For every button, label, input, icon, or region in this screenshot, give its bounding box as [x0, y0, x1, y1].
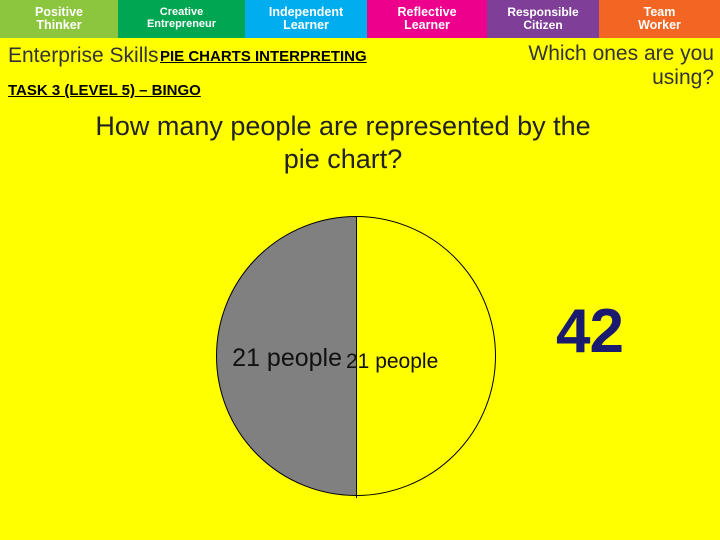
which-ones-line2: using?: [652, 65, 714, 89]
skill-label-line2: Learner: [404, 18, 450, 32]
skill-label-line2: Citizen: [523, 18, 563, 32]
skill-label-line2: Entrepreneur: [146, 18, 217, 30]
skill-independent-learner[interactable]: Independent Learner: [245, 0, 367, 38]
skill-team-worker[interactable]: Team Worker: [599, 0, 720, 38]
question-line2: pie chart?: [283, 143, 403, 174]
skill-creative-entrepreneur[interactable]: Creative Entrepreneur: [118, 0, 245, 38]
question-text: How many people are represented by the p…: [38, 110, 648, 176]
which-ones-prompt: Which ones are you using?: [468, 42, 714, 89]
skill-label-line2: Worker: [638, 18, 681, 32]
answer-value: 42: [556, 297, 624, 366]
skill-responsible-citizen[interactable]: Responsible Citizen: [487, 0, 599, 38]
skill-reflective-learner[interactable]: Reflective Learner: [367, 0, 487, 38]
pie-slice-label-left: 21 people: [232, 344, 342, 372]
which-ones-line1: Which ones are you: [528, 42, 714, 65]
enterprise-skills-label: Enterprise Skills: [8, 44, 159, 67]
task-heading: TASK 3 (LEVEL 5) – BINGO: [8, 82, 201, 99]
skill-label-line2: Learner: [283, 18, 329, 32]
pie-charts-title: PIE CHARTS INTERPRETING: [160, 48, 367, 65]
skill-positive-thinker[interactable]: Positive Thinker: [0, 0, 118, 38]
skills-bar: Positive Thinker Creative Entrepreneur I…: [0, 0, 720, 38]
pie-chart: 21 people 21 people: [216, 216, 498, 498]
skill-label-line2: Thinker: [36, 18, 82, 32]
pie-slice-label-right: 21 people: [346, 350, 439, 373]
question-line1: How many people are represented by the: [95, 111, 591, 141]
